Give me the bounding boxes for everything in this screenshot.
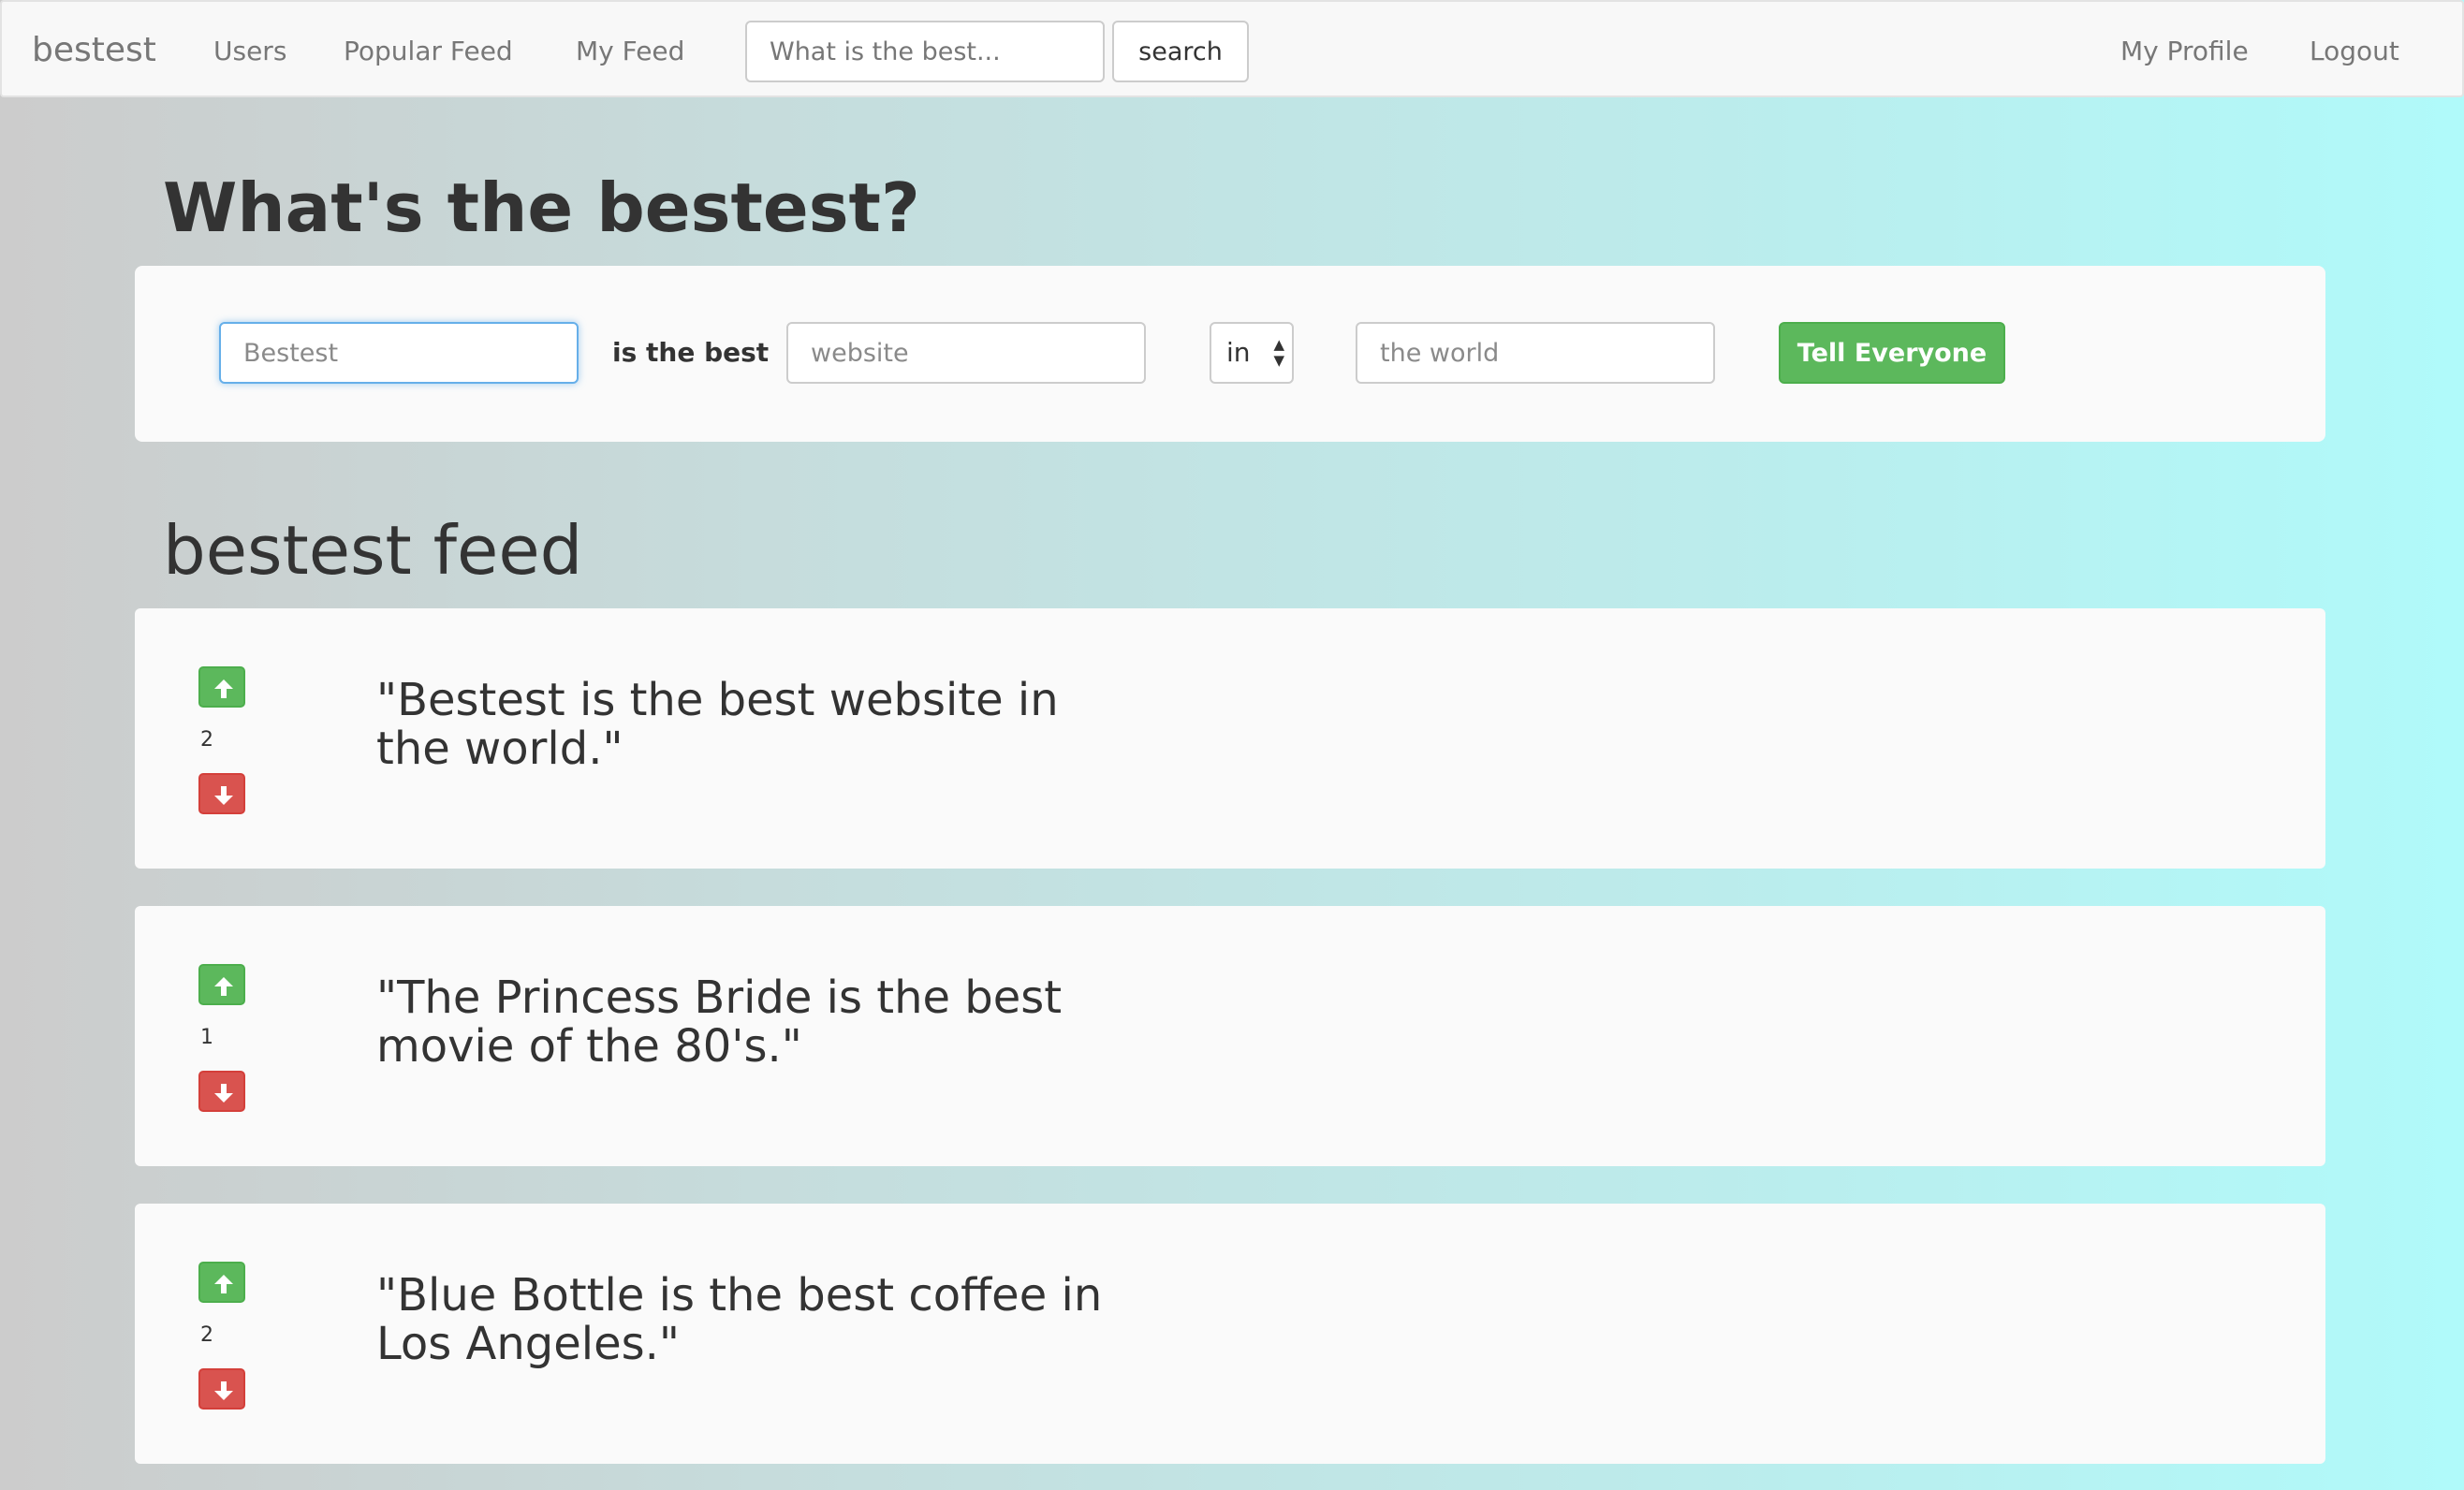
- category-input[interactable]: [786, 322, 1146, 384]
- nav-link-my-profile[interactable]: My Profile: [2120, 36, 2249, 67]
- bestest-form: is the best in ▲▼ Tell Everyone: [135, 266, 2325, 442]
- select-arrows-icon: ▲ ▼: [1273, 336, 1284, 369]
- vote-count: 2: [200, 1323, 213, 1347]
- feed-item: 2 "Blue Bottle is the best coffee in Los…: [135, 1204, 2325, 1464]
- nav-search-button[interactable]: search: [1112, 21, 1249, 82]
- nav-link-users[interactable]: Users: [213, 36, 286, 67]
- feed-heading: bestest feed: [163, 511, 583, 590]
- downvote-button[interactable]: [198, 1071, 245, 1112]
- subject-input[interactable]: [219, 322, 579, 384]
- is-the-best-label: is the best: [612, 337, 770, 368]
- form-heading: What's the bestest?: [163, 168, 920, 247]
- vote-count: 2: [200, 728, 213, 752]
- feed-item-text: "Bestest is the best website in the worl…: [376, 674, 1059, 775]
- feed-item-text: "Blue Bottle is the best coffee in Los A…: [376, 1269, 1103, 1370]
- feed-item-text: "The Princess Bride is the best movie of…: [376, 971, 1063, 1073]
- upvote-button[interactable]: [198, 1262, 245, 1303]
- brand-logo[interactable]: bestest: [32, 30, 156, 71]
- arrow-up-icon: [214, 1275, 233, 1293]
- nav-search-input[interactable]: [745, 21, 1105, 82]
- arrow-down-icon: [214, 1381, 233, 1400]
- tell-everyone-button[interactable]: Tell Everyone: [1779, 322, 2005, 384]
- preposition-select-value: in: [1226, 337, 1251, 368]
- downvote-button[interactable]: [198, 773, 245, 814]
- nav-link-logout[interactable]: Logout: [2310, 36, 2399, 67]
- arrow-up-icon: [214, 679, 233, 698]
- arrow-up-icon: [214, 977, 233, 996]
- upvote-button[interactable]: [198, 964, 245, 1005]
- arrow-down-icon: [214, 786, 233, 805]
- preposition-select[interactable]: in ▲ ▼: [1210, 322, 1294, 384]
- location-input[interactable]: [1356, 322, 1715, 384]
- feed-item: 1 "The Princess Bride is the best movie …: [135, 906, 2325, 1166]
- arrow-down-icon: [214, 1084, 233, 1103]
- downvote-button[interactable]: [198, 1368, 245, 1410]
- feed-item: 2 "Bestest is the best website in the wo…: [135, 608, 2325, 869]
- vote-count: 1: [200, 1026, 213, 1049]
- nav-link-popular-feed[interactable]: Popular Feed: [344, 36, 513, 67]
- nav-link-my-feed[interactable]: My Feed: [576, 36, 684, 67]
- navbar: bestest Users Popular Feed My Feed searc…: [0, 0, 2464, 97]
- upvote-button[interactable]: [198, 666, 245, 708]
